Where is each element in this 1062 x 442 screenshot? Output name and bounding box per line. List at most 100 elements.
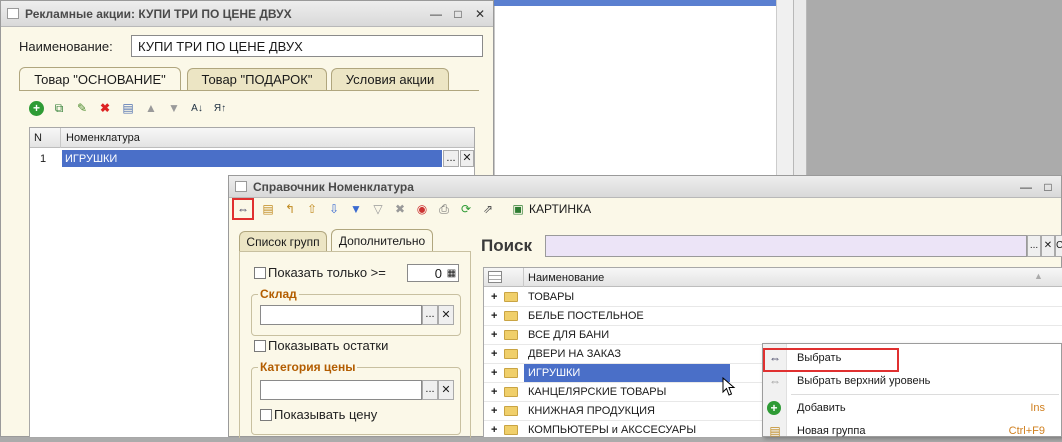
search-extra-icon[interactable]: С <box>1055 235 1062 257</box>
filter-off-icon[interactable]: ▽ <box>370 201 386 217</box>
sort-asc-icon[interactable]: A↓ <box>189 100 205 116</box>
context-add-shortcut: Ins <box>1030 402 1045 414</box>
column-nomenclature[interactable]: Номенклатура <box>66 128 140 148</box>
list-item[interactable]: + ТОВАРЫ <box>484 288 1062 307</box>
copy-row-icon[interactable]: ⧉ <box>51 100 67 116</box>
tab-content-border <box>19 90 479 91</box>
expand-icon[interactable]: + <box>491 383 497 401</box>
minimize-icon[interactable]: — <box>429 7 443 21</box>
list-settings-icon[interactable] <box>488 271 502 283</box>
move-to-folder-icon[interactable]: ⇩ <box>326 201 342 217</box>
picture-button-label[interactable]: КАРТИНКА <box>529 202 591 216</box>
tab-base-product[interactable]: Товар "ОСНОВАНИЕ" <box>19 67 181 91</box>
refresh-icon[interactable]: ⟳ <box>458 201 474 217</box>
price-category-clear-icon[interactable]: ✕ <box>438 380 454 400</box>
show-price-label: Показывать цену <box>274 407 378 422</box>
list-item-name-cell[interactable]: ИГРУШКИ <box>524 364 730 382</box>
tab-promo-conditions[interactable]: Условия акции <box>331 68 449 90</box>
print-icon[interactable]: ⎙ <box>436 201 452 217</box>
calculator-icon[interactable]: ▦ <box>445 265 458 281</box>
search-select-button[interactable]: ... <box>1027 235 1041 257</box>
row-item-cell[interactable]: ИГРУШКИ <box>62 150 442 167</box>
expand-icon[interactable]: + <box>491 345 497 363</box>
context-add-label: Добавить <box>797 402 846 414</box>
tab-base-product-label: Товар "ОСНОВАНИЕ" <box>34 72 166 87</box>
name-field-value: КУПИ ТРИ ПО ЦЕНЕ ДВУХ <box>138 38 303 54</box>
add-row-icon[interactable]: + <box>29 100 44 116</box>
warehouse-field[interactable] <box>260 305 422 325</box>
list-item-name: КОМПЬЮТЕРЫ и АКССЕСУАРЫ <box>528 424 697 436</box>
name-field[interactable]: КУПИ ТРИ ПО ЦЕНЕ ДВУХ <box>131 35 483 57</box>
show-price-checkbox[interactable] <box>260 409 272 421</box>
expand-icon[interactable]: + <box>491 326 497 344</box>
list-item[interactable]: + БЕЛЬЕ ПОСТЕЛЬНОЕ <box>484 307 1062 326</box>
folder-icon <box>504 406 518 416</box>
list-item-name: КАНЦЕЛЯРСКИЕ ТОВАРЫ <box>528 386 667 398</box>
background-divider <box>793 0 807 180</box>
folder-icon <box>504 311 518 321</box>
folder-icon <box>504 368 518 378</box>
row-number: 1 <box>40 152 47 165</box>
tab-group-list[interactable]: Список групп <box>239 231 327 251</box>
table-row[interactable]: 1 ИГРУШКИ ... ✕ <box>30 149 474 168</box>
expand-icon[interactable]: + <box>491 307 497 325</box>
parent-folder-icon[interactable]: ⇧ <box>304 201 320 217</box>
context-menu-item-add[interactable]: + Добавить Ins <box>763 397 1061 419</box>
show-stock-checkbox[interactable] <box>254 340 266 352</box>
background-scrollbar[interactable] <box>776 0 793 180</box>
search-input[interactable] <box>545 235 1027 257</box>
column-n[interactable]: N <box>34 128 42 148</box>
tab-promo-conditions-label: Условия акции <box>345 72 435 87</box>
properties-icon[interactable]: ◉ <box>414 201 430 217</box>
expand-icon[interactable]: + <box>491 288 497 306</box>
promo-titlebar: Рекламные акции: КУПИ ТРИ ПО ЦЕНЕ ДВУХ —… <box>1 1 493 27</box>
picture-icon: ▣ <box>512 202 524 216</box>
move-down-icon[interactable]: ▼ <box>166 100 182 116</box>
warehouse-group-title: Склад <box>258 287 299 301</box>
tab-additional[interactable]: Дополнительно <box>331 229 433 251</box>
price-category-group-title: Категория цены <box>258 360 358 374</box>
background-panel <box>494 0 780 180</box>
list-item-name-cell[interactable]: ВСЕ ДЛЯ БАНИ <box>524 326 1062 344</box>
minimize-icon[interactable]: — <box>1019 180 1033 194</box>
sort-indicator-icon: ▲ <box>1034 271 1043 281</box>
context-menu-item-new-group[interactable]: ▤ Новая группа Ctrl+F9 <box>763 420 1061 442</box>
price-category-field[interactable] <box>260 380 422 400</box>
edit-row-icon[interactable]: ✎ <box>74 100 90 116</box>
context-menu-item-select-top-level[interactable]: ⇔ Выбрать верхний уровень <box>763 370 1061 392</box>
warehouse-clear-icon[interactable]: ✕ <box>438 305 454 325</box>
list-item-name-cell[interactable]: ТОВАРЫ <box>524 288 1062 306</box>
maximize-icon[interactable]: □ <box>451 7 465 21</box>
expand-icon[interactable]: + <box>491 402 497 420</box>
level-up-icon[interactable]: ↰ <box>282 201 298 217</box>
export-icon[interactable]: ⇗ <box>480 201 496 217</box>
name-label: Наименование: <box>19 39 113 54</box>
list-item-name-cell[interactable]: БЕЛЬЕ ПОСТЕЛЬНОЕ <box>524 307 1062 325</box>
warehouse-select-button[interactable]: ... <box>422 305 438 325</box>
delete-row-icon[interactable]: ✖ <box>97 100 113 116</box>
promo-title: Рекламные акции: КУПИ ТРИ ПО ЦЕНЕ ДВУХ <box>25 6 292 21</box>
warehouse-group: Склад ... ✕ <box>251 287 461 336</box>
save-icon[interactable]: ▤ <box>120 100 136 116</box>
context-new-group-label: Новая группа <box>797 425 866 437</box>
select-icon[interactable]: ⇔ <box>232 198 254 220</box>
show-only-checkbox[interactable] <box>254 267 266 279</box>
sort-desc-icon[interactable]: Я↑ <box>212 100 228 116</box>
column-name[interactable]: Наименование <box>528 268 604 287</box>
clear-value-icon[interactable]: ✕ <box>460 150 474 167</box>
expand-icon[interactable]: + <box>491 364 497 382</box>
list-header: Наименование ▲ <box>484 268 1062 287</box>
expand-icon[interactable]: + <box>491 421 497 438</box>
promo-toolbar: + ⧉ ✎ ✖ ▤ ▲ ▼ A↓ Я↑ <box>29 99 228 117</box>
clear-filter-icon[interactable]: ✖ <box>392 201 408 217</box>
show-only-value: 0 <box>434 265 442 281</box>
price-category-select-button[interactable]: ... <box>422 380 438 400</box>
tab-gift-product[interactable]: Товар "ПОДАРОК" <box>187 68 327 90</box>
filter-icon[interactable]: ▼ <box>348 201 364 217</box>
maximize-icon[interactable]: □ <box>1041 180 1055 194</box>
close-icon[interactable]: ✕ <box>473 7 487 21</box>
move-up-icon[interactable]: ▲ <box>143 100 159 116</box>
search-clear-icon[interactable]: ✕ <box>1041 235 1055 257</box>
hierarchy-icon[interactable]: ▤ <box>260 201 276 217</box>
select-dots-button[interactable]: ... <box>443 150 459 167</box>
